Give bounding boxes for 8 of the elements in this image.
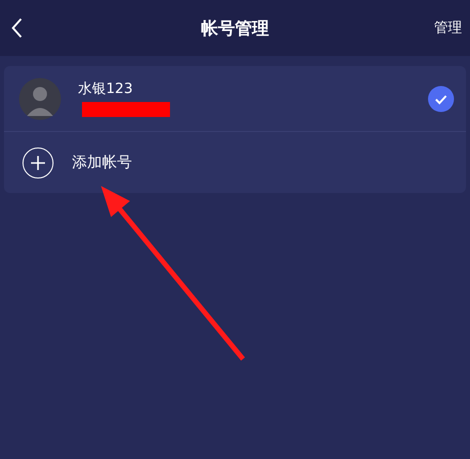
manage-button[interactable]: 管理 [434,19,462,37]
add-account-button[interactable]: 添加帐号 [4,132,466,193]
plus-icon [22,146,54,178]
account-name: 水银123 [78,80,134,98]
page-title: 帐号管理 [201,18,269,38]
avatar-icon [19,78,61,120]
back-button[interactable] [10,16,24,40]
account-row[interactable]: 水银123 [4,66,466,132]
